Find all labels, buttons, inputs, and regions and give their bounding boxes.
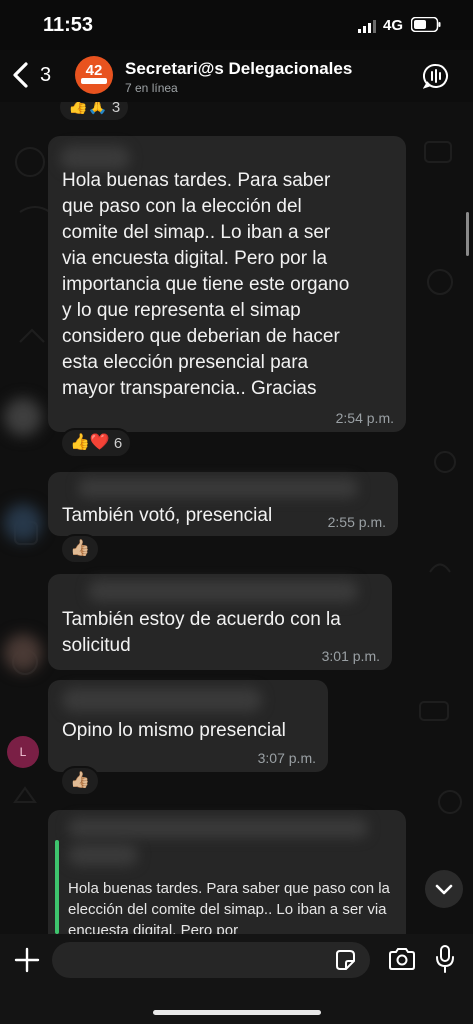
- sender-avatar: [4, 398, 42, 436]
- chevron-down-icon: [435, 884, 453, 895]
- message-time: 2:55 p.m.: [327, 514, 386, 530]
- network-type: 4G: [383, 17, 404, 34]
- message-text: Hola buenas tardes. Para saber que paso …: [62, 170, 350, 399]
- quoted-sender-blurred: [68, 844, 138, 866]
- message-time: 2:54 p.m.: [335, 410, 394, 426]
- sender-name-blurred: [60, 146, 130, 170]
- sender-name-blurred: [62, 688, 262, 712]
- unread-count[interactable]: 3: [40, 64, 51, 87]
- reaction-emojis: 👍🙏: [68, 102, 108, 115]
- message-bubble[interactable]: También votó, presencial 2:55 p.m.: [48, 472, 398, 536]
- battery-icon: [411, 17, 441, 32]
- signal-icon: [358, 20, 376, 33]
- group-avatar[interactable]: 42: [75, 56, 113, 94]
- sender-avatar-l[interactable]: L: [7, 736, 39, 768]
- reaction-emojis: 👍🏼: [70, 540, 90, 557]
- status-bar: 11:53 4G: [0, 0, 473, 50]
- reaction-count: 6: [113, 434, 123, 452]
- message-bubble[interactable]: También estoy de acuerdo con la solicitu…: [48, 574, 392, 670]
- home-indicator[interactable]: [153, 1010, 321, 1015]
- chat-header: 3 42 Secretari@s Delegacionales 7 en lín…: [0, 50, 473, 102]
- reaction-pill[interactable]: 👍🏼: [60, 766, 100, 796]
- message-bubble[interactable]: Hola buenas tardes. Para saber que paso …: [48, 136, 406, 432]
- chat-area[interactable]: 👍🙏 3 Hola buenas tardes. Para saber que …: [0, 102, 473, 934]
- scroll-down-button[interactable]: [425, 870, 463, 908]
- input-bar: [0, 934, 473, 1024]
- quote-bar: [55, 840, 59, 934]
- sender-avatar: [4, 634, 42, 672]
- sender-avatar: [4, 504, 42, 542]
- message-text: También estoy de acuerdo con la solicitu…: [62, 609, 341, 656]
- avatar-band: [81, 78, 107, 84]
- reaction-emojis: 👍❤️: [70, 434, 110, 451]
- message-text: También votó, presencial: [62, 505, 273, 526]
- status-time: 11:53: [43, 14, 94, 36]
- chat-title[interactable]: Secretari@s Delegacionales: [125, 59, 352, 79]
- message-time: 3:07 p.m.: [257, 750, 316, 766]
- sender-name-blurred: [68, 818, 368, 838]
- scrollbar[interactable]: [466, 212, 469, 256]
- message-input[interactable]: [52, 942, 370, 978]
- avatar-text: 42: [85, 62, 103, 79]
- reaction-count: 3: [111, 102, 121, 116]
- sender-name-blurred: [88, 580, 358, 602]
- message-bubble[interactable]: Opino lo mismo presencial 3:07 p.m.: [48, 680, 328, 772]
- sender-name-blurred: [78, 478, 358, 498]
- reaction-pill[interactable]: 👍🏼: [60, 534, 100, 564]
- plus-icon[interactable]: [14, 947, 40, 973]
- message-text: Opino lo mismo presencial: [62, 720, 286, 741]
- sticker-icon[interactable]: [334, 949, 356, 971]
- reaction-emojis: 👍🏼: [70, 772, 90, 789]
- online-status: 7 en línea: [125, 81, 178, 95]
- quoted-message-text[interactable]: Hola buenas tardes. Para saber que paso …: [68, 878, 398, 934]
- microphone-icon[interactable]: [435, 944, 455, 974]
- chevron-left-icon[interactable]: [10, 62, 32, 88]
- reaction-pill-top[interactable]: 👍🙏 3: [58, 102, 131, 122]
- group-call-icon[interactable]: [423, 63, 449, 89]
- camera-icon[interactable]: [388, 947, 416, 971]
- message-time: 3:01 p.m.: [321, 648, 380, 664]
- reaction-pill[interactable]: 👍❤️ 6: [60, 428, 133, 458]
